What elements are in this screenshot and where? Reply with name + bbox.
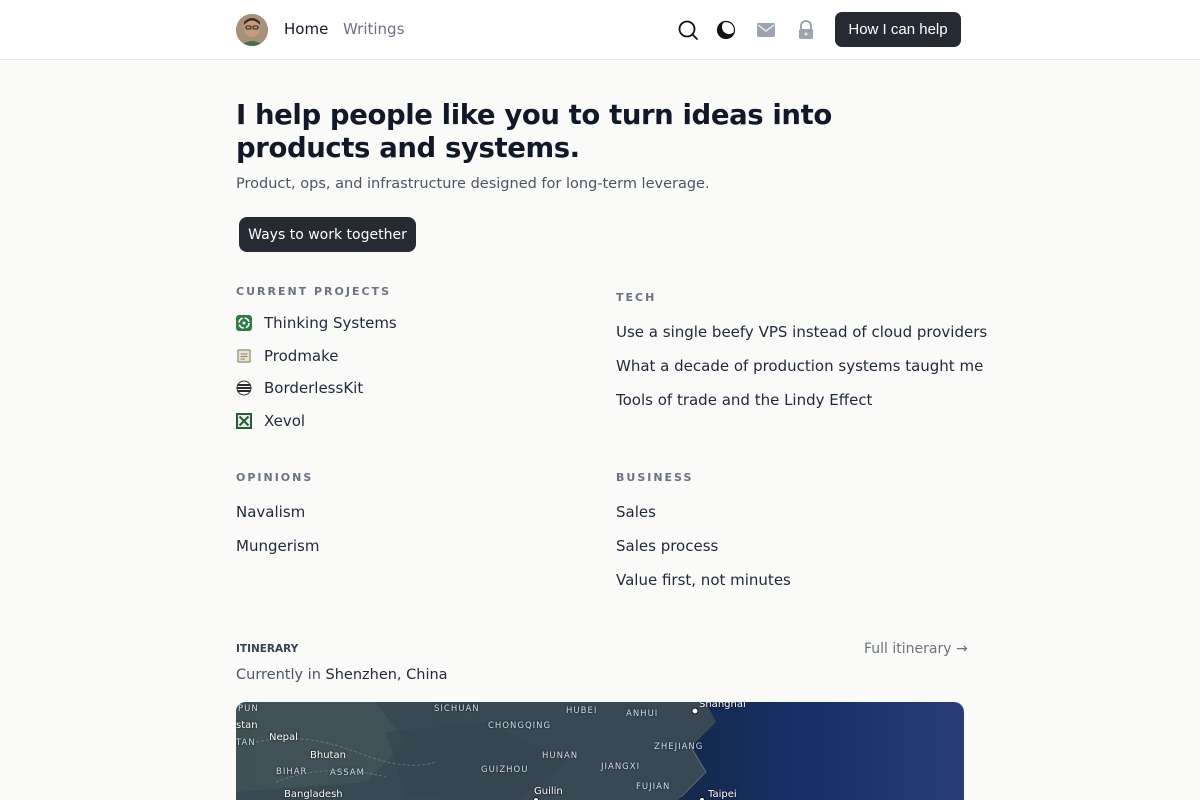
project-label: Thinking Systems bbox=[264, 314, 397, 332]
map-label-anhui: ANHUI bbox=[626, 709, 659, 719]
map-label-fujian: FUJIAN bbox=[636, 782, 671, 792]
nav-link-home[interactable]: Home bbox=[284, 20, 328, 38]
map-label-sichuan: SICHUAN bbox=[434, 704, 480, 714]
map-label-bihar: BIHAR bbox=[276, 767, 308, 777]
map-city-bangladesh: Bangladesh bbox=[284, 789, 343, 800]
page-title: I help people like you to turn ideas int… bbox=[236, 99, 832, 164]
project-item-thinking-systems[interactable]: Thinking Systems bbox=[236, 313, 397, 333]
full-itinerary-link[interactable]: Full itinerary → bbox=[864, 641, 968, 657]
opinion-link-mungerism[interactable]: Mungerism bbox=[236, 537, 319, 555]
map-label-tan: TAN bbox=[236, 738, 256, 748]
project-item-prodmake[interactable]: Prodmake bbox=[236, 346, 339, 366]
business-heading: BUSINESS bbox=[616, 471, 694, 484]
map-label-chongqing: CHONGQING bbox=[488, 721, 552, 731]
opinions-heading: OPINIONS bbox=[236, 471, 314, 484]
ways-to-work-together-button[interactable]: Ways to work together bbox=[239, 217, 416, 252]
tech-heading: TECH bbox=[616, 291, 657, 304]
current-projects-heading: CURRENT PROJECTS bbox=[236, 285, 391, 298]
project-label: Prodmake bbox=[264, 347, 339, 365]
nav-link-writings[interactable]: Writings bbox=[343, 20, 404, 38]
globe-stripes-icon bbox=[236, 380, 252, 396]
map-city-guilin: Guilin bbox=[534, 786, 563, 797]
current-location-prefix: Currently in bbox=[236, 667, 321, 683]
mail-icon[interactable] bbox=[754, 18, 778, 42]
page-subtitle: Product, ops, and infrastructure designe… bbox=[236, 176, 710, 192]
map-label-stan: stan bbox=[236, 720, 258, 731]
recycle-icon bbox=[236, 315, 252, 331]
map-label-hunan: HUNAN bbox=[542, 751, 579, 761]
project-item-borderlesskit[interactable]: BorderlessKit bbox=[236, 378, 363, 398]
tech-link-lindy-effect[interactable]: Tools of trade and the Lindy Effect bbox=[616, 391, 872, 409]
map-label-zhejiang: ZHEJIANG bbox=[654, 742, 704, 752]
map-city-bhutan: Bhutan bbox=[310, 750, 346, 761]
lock-icon[interactable] bbox=[794, 18, 818, 42]
map-city-shanghai: Shanghai bbox=[699, 702, 746, 710]
map-city-nepal: Nepal bbox=[269, 732, 298, 743]
map-label-guizhou: GUIZHOU bbox=[481, 765, 529, 775]
itinerary-map[interactable]: SICHUAN HUBEI ANHUI CHONGQING ZHEJIANG H… bbox=[236, 702, 964, 800]
opinion-link-navalism[interactable]: Navalism bbox=[236, 503, 305, 521]
tech-link-decade-production[interactable]: What a decade of production systems taug… bbox=[616, 357, 983, 375]
avatar[interactable] bbox=[236, 14, 268, 46]
current-location-value: Shenzhen, China bbox=[325, 667, 448, 683]
top-navigation-bar: Home Writings How I can help bbox=[0, 0, 1200, 60]
current-location: Currently in Shenzhen, China bbox=[236, 667, 448, 683]
business-link-sales[interactable]: Sales bbox=[616, 503, 656, 521]
business-link-value-first[interactable]: Value first, not minutes bbox=[616, 571, 791, 589]
map-label-pun: PUN bbox=[238, 704, 259, 714]
business-link-sales-process[interactable]: Sales process bbox=[616, 537, 718, 555]
project-label: Xevol bbox=[264, 412, 306, 430]
x-box-icon bbox=[236, 413, 252, 429]
itinerary-heading: ITINERARY bbox=[236, 643, 299, 655]
project-item-xevol[interactable]: Xevol bbox=[236, 411, 305, 431]
moon-icon[interactable] bbox=[714, 18, 738, 42]
tech-link-single-vps[interactable]: Use a single beefy VPS instead of cloud … bbox=[616, 323, 987, 341]
how-i-can-help-button[interactable]: How I can help bbox=[835, 12, 961, 47]
search-icon[interactable] bbox=[676, 18, 700, 42]
map-city-taipei: Taipei bbox=[708, 789, 737, 800]
map-label-assam: ASSAM bbox=[330, 768, 365, 778]
project-label: BorderlessKit bbox=[264, 379, 364, 397]
map-label-jiangxi: JIANGXI bbox=[601, 762, 641, 772]
map-label-hubei: HUBEI bbox=[566, 706, 598, 716]
notebook-icon bbox=[236, 348, 252, 364]
